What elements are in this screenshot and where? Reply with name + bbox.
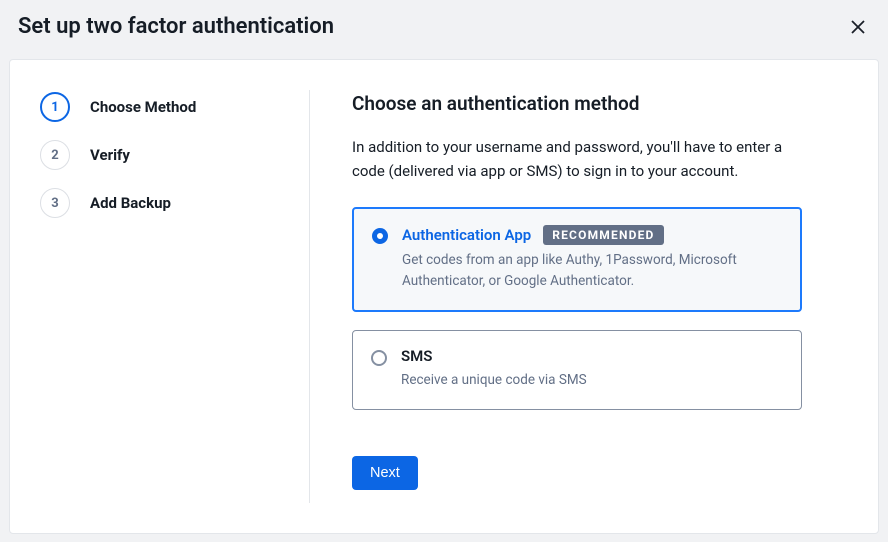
setup-card: 1 Choose Method 2 Verify 3 Add Backup Ch…: [9, 59, 879, 534]
step-label: Choose Method: [90, 98, 196, 116]
next-button[interactable]: Next: [352, 456, 418, 490]
modal-header: Set up two factor authentication: [0, 0, 888, 53]
step-label: Add Backup: [90, 194, 171, 212]
step-choose-method[interactable]: 1 Choose Method: [40, 92, 289, 122]
option-authentication-app[interactable]: Authentication App RECOMMENDED Get codes…: [352, 207, 802, 312]
radio-icon: [372, 228, 388, 244]
step-number-circle: 1: [40, 92, 70, 122]
option-title-row: Authentication App RECOMMENDED: [402, 225, 782, 245]
option-description: Get codes from an app like Authy, 1Passw…: [402, 250, 762, 292]
option-title-row: SMS: [401, 347, 783, 365]
option-title: SMS: [401, 347, 432, 365]
content-column: Choose an authentication method In addit…: [310, 90, 848, 503]
step-verify[interactable]: 2 Verify: [40, 140, 289, 170]
modal-title: Set up two factor authentication: [18, 14, 334, 39]
step-add-backup[interactable]: 3 Add Backup: [40, 188, 289, 218]
option-body: Authentication App RECOMMENDED Get codes…: [402, 225, 782, 292]
close-button[interactable]: [846, 15, 870, 39]
radio-icon: [371, 350, 387, 366]
recommended-badge: RECOMMENDED: [543, 225, 663, 245]
option-sms[interactable]: SMS Receive a unique code via SMS: [352, 330, 802, 410]
close-icon: [850, 19, 866, 35]
stepper-column: 1 Choose Method 2 Verify 3 Add Backup: [40, 90, 310, 503]
option-title: Authentication App: [402, 226, 531, 244]
content-heading: Choose an authentication method: [352, 92, 848, 115]
step-label: Verify: [90, 146, 130, 164]
content-description: In addition to your username and passwor…: [352, 135, 812, 183]
option-description: Receive a unique code via SMS: [401, 370, 761, 391]
step-number-circle: 3: [40, 188, 70, 218]
option-body: SMS Receive a unique code via SMS: [401, 347, 783, 391]
step-number-circle: 2: [40, 140, 70, 170]
